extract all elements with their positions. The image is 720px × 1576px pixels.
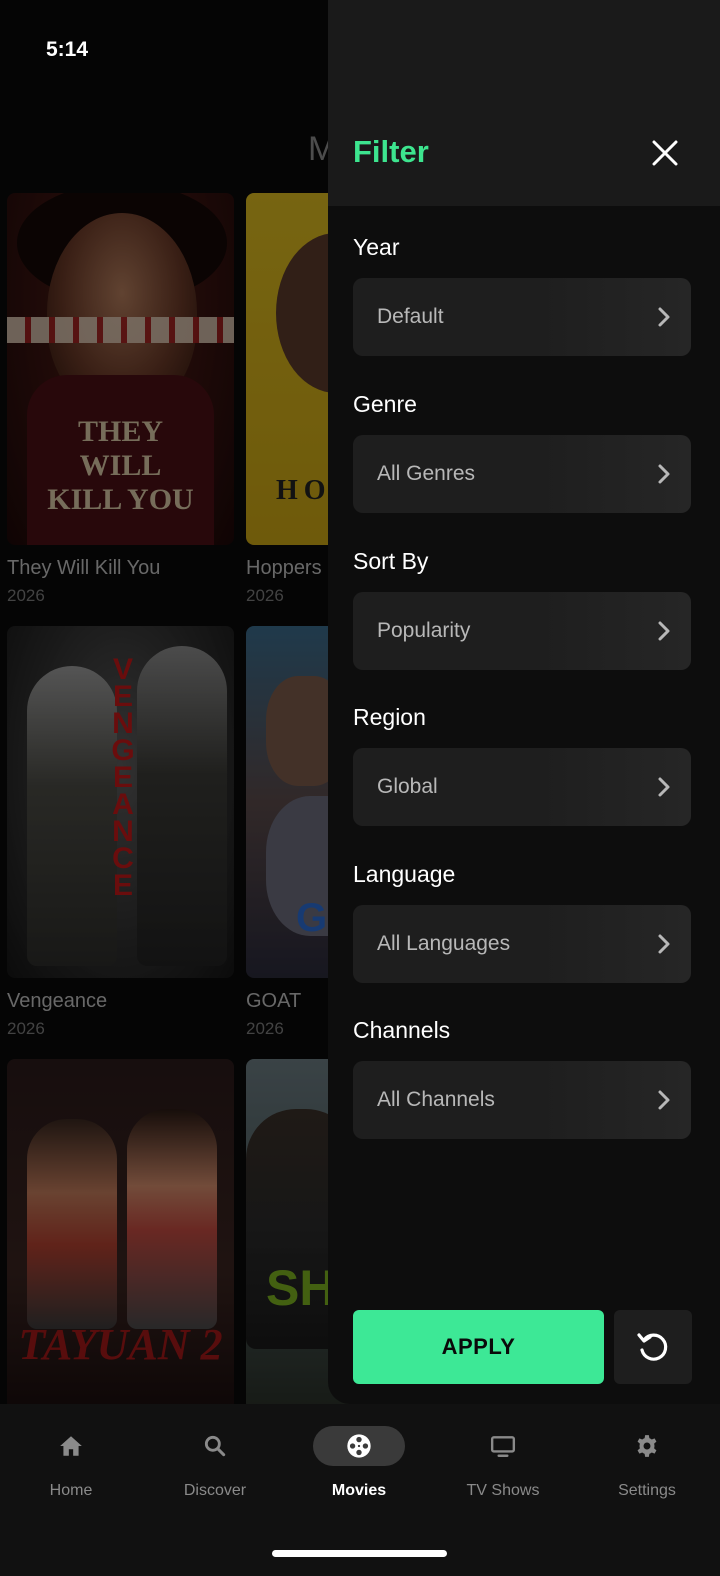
channels-value: All Channels	[377, 1088, 495, 1111]
nav-item-settings[interactable]: Settings	[592, 1426, 702, 1516]
nav-pill	[313, 1426, 405, 1466]
channels-select[interactable]: All Channels	[353, 1061, 691, 1139]
nav-pill	[457, 1426, 549, 1466]
home-indicator[interactable]	[272, 1550, 447, 1557]
language-select[interactable]: All Languages	[353, 905, 691, 983]
year-value: Default	[377, 305, 444, 328]
filter-title: Filter	[353, 134, 429, 169]
close-icon	[652, 140, 678, 166]
region-label: Region	[353, 704, 426, 730]
reset-icon	[637, 1333, 668, 1361]
nav-label: Home	[49, 1482, 93, 1499]
movie-poster: THEY WILL KILL YOU	[7, 193, 234, 545]
gear-icon	[637, 1435, 657, 1457]
language-label: Language	[353, 861, 456, 887]
filter-header	[328, 0, 720, 206]
sort-by-label: Sort By	[353, 548, 429, 574]
movie-title: Vengeance	[7, 990, 108, 1012]
genre-value: All Genres	[377, 462, 476, 485]
movie-poster: TAYUAN 2	[7, 1059, 234, 1410]
nav-pill	[25, 1426, 117, 1466]
nav-pill	[169, 1426, 261, 1466]
apply-button[interactable]: APPLY	[353, 1310, 604, 1384]
reset-button[interactable]	[614, 1310, 692, 1384]
genre-select[interactable]: All Genres	[353, 435, 691, 513]
tv-icon	[490, 1436, 516, 1457]
movie-title: They Will Kill You	[7, 557, 161, 579]
movie-card[interactable]: THEY WILL KILL YOU They Will Kill You 20…	[7, 193, 234, 606]
chevron-right-icon	[655, 619, 673, 643]
year-select[interactable]: Default	[353, 278, 691, 356]
nav-label: Settings	[618, 1482, 676, 1499]
film-reel-icon	[347, 1434, 371, 1458]
chevron-right-icon	[655, 775, 673, 799]
nav-label: TV Shows	[466, 1482, 540, 1499]
nav-pill	[601, 1426, 693, 1466]
nav-label: Movies	[331, 1482, 387, 1499]
chevron-right-icon	[655, 1088, 673, 1112]
poster-title-art: VENGEANCE	[111, 653, 135, 902]
sort-by-select[interactable]: Popularity	[353, 592, 691, 670]
genre-label: Genre	[353, 391, 417, 417]
chevron-right-icon	[655, 932, 673, 956]
region-select[interactable]: Global	[353, 748, 691, 826]
search-icon	[204, 1435, 226, 1457]
movie-year: 2026	[7, 586, 45, 605]
movie-poster: VENGEANCE	[7, 626, 234, 978]
close-button[interactable]	[648, 136, 682, 170]
channels-label: Channels	[353, 1017, 451, 1043]
nav-item-home[interactable]: Home	[16, 1426, 126, 1516]
chevron-right-icon	[655, 462, 673, 486]
nav-item-movies[interactable]: Movies	[304, 1426, 414, 1516]
year-label: Year	[353, 234, 400, 260]
poster-title-art: THEY WILL KILL YOU	[47, 415, 194, 516]
region-value: Global	[377, 775, 438, 798]
chevron-right-icon	[655, 305, 673, 329]
nav-item-discover[interactable]: Discover	[160, 1426, 270, 1516]
movie-card[interactable]: VENGEANCE Vengeance 2026	[7, 626, 234, 1039]
home-icon	[60, 1436, 82, 1456]
poster-title-art: TAYUAN 2	[18, 1320, 223, 1369]
sort-by-value: Popularity	[377, 619, 471, 642]
movie-year: 2026	[7, 1019, 45, 1038]
status-time: 5:14	[46, 38, 89, 61]
nav-item-tv-shows[interactable]: TV Shows	[448, 1426, 558, 1516]
filter-drawer: Filter Year Default Genre All Genres Sor…	[328, 0, 720, 1404]
movie-card[interactable]: TAYUAN 2	[7, 1059, 234, 1410]
nav-label: Discover	[183, 1482, 247, 1499]
language-value: All Languages	[377, 932, 511, 955]
